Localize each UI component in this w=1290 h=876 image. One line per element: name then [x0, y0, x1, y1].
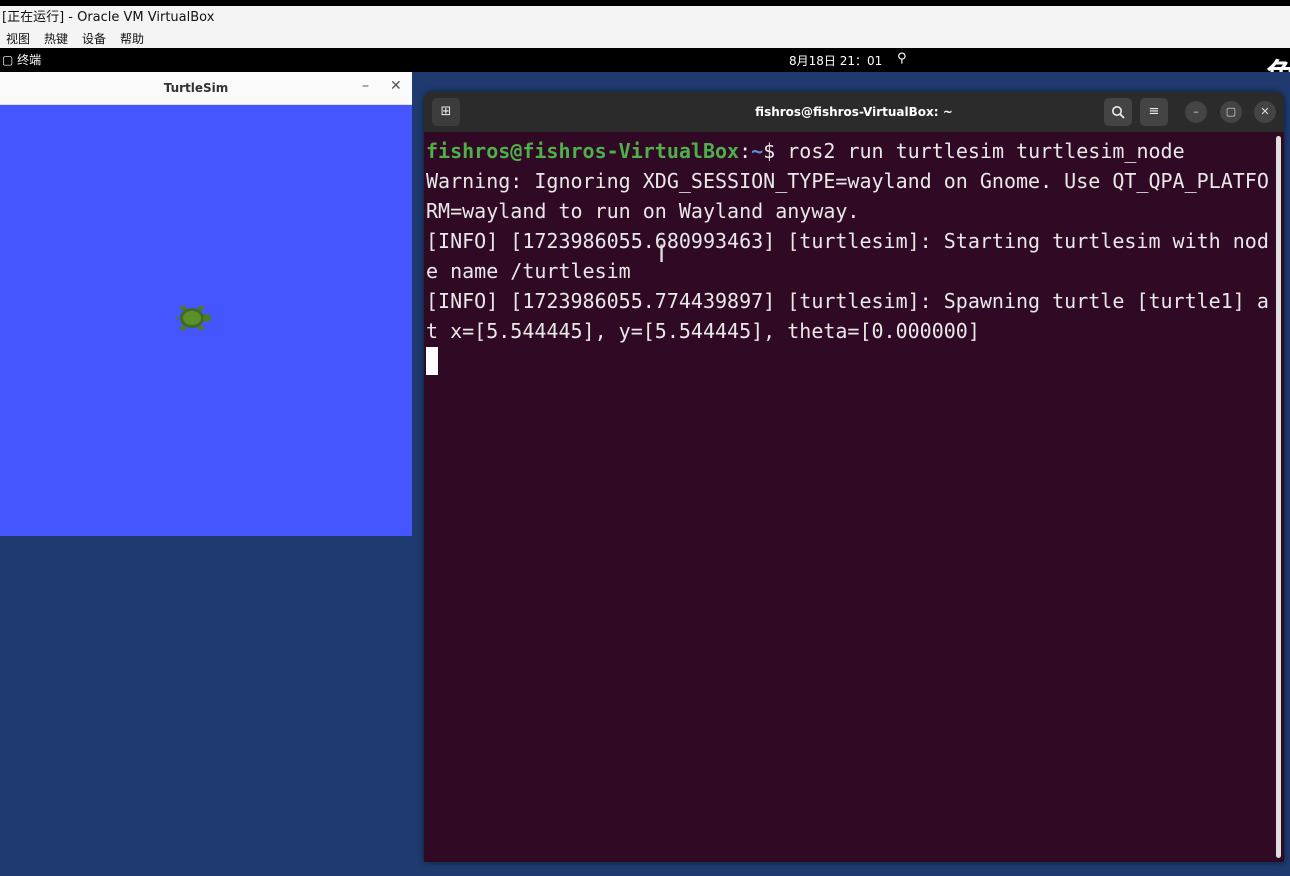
output-line: RM=wayland to run on Wayland anyway.	[426, 199, 860, 223]
menu-devices[interactable]: 设备	[82, 30, 106, 48]
close-button[interactable]: ✕	[1254, 101, 1276, 123]
virtualbox-title: [正在运行] - Oracle VM VirtualBox	[2, 10, 215, 25]
turtlesim-titlebar[interactable]: TurtleSim – ✕	[0, 72, 412, 105]
turtlesim-close-button[interactable]: ✕	[390, 78, 402, 94]
prompt-symbol: $	[763, 139, 788, 163]
accessibility-icon[interactable]: ⚲	[897, 51, 907, 66]
turtlesim-window[interactable]: TurtleSim – ✕	[0, 72, 412, 536]
output-line: Warning: Ignoring XDG_SESSION_TYPE=wayla…	[426, 169, 1269, 193]
terminal-window[interactable]: ⊞ fishros@fishros-VirtualBox: ~ ≡ – ▢ ✕ …	[424, 92, 1284, 862]
turtlesim-canvas	[0, 105, 412, 536]
prompt-user: fishros@fishros-VirtualBox	[426, 139, 740, 163]
terminal-title: fishros@fishros-VirtualBox: ~	[755, 105, 953, 119]
turtlesim-minimize-button[interactable]: –	[362, 78, 369, 94]
prompt-path: ~	[751, 139, 764, 163]
output-line: e name /turtlesim	[426, 259, 631, 283]
menu-help[interactable]: 帮助	[120, 30, 144, 48]
search-icon[interactable]	[1104, 98, 1132, 126]
hamburger-menu-icon[interactable]: ≡	[1140, 98, 1168, 126]
command-text: ros2 run turtlesim turtlesim_node	[787, 139, 1185, 163]
output-line: t x=[5.544445], y=[5.544445], theta=[0.0…	[426, 319, 980, 343]
maximize-button[interactable]: ▢	[1220, 101, 1242, 123]
turtle-icon	[176, 305, 211, 331]
virtualbox-titlebar: [正在运行] - Oracle VM VirtualBox	[0, 6, 1290, 30]
terminal-headerbar[interactable]: ⊞ fishros@fishros-VirtualBox: ~ ≡ – ▢ ✕	[424, 92, 1284, 132]
prompt-line: fishros@fishros-VirtualBox:~$ ros2 run t…	[426, 136, 1274, 166]
text-cursor	[426, 347, 438, 375]
cursor-line	[426, 346, 1274, 376]
output-line: [INFO] [1723986055.680993463] [turtlesim…	[426, 229, 1269, 253]
gnome-top-bar: ▢ 终端 8月18日 21：01 ⚲	[0, 48, 1290, 72]
mouse-ibeam-icon: I	[658, 240, 666, 268]
activities-button[interactable]: ▢ 终端	[0, 48, 41, 72]
minimize-button[interactable]: –	[1185, 101, 1207, 123]
terminal-app-icon: ▢	[2, 53, 14, 67]
output-line: [INFO] [1723986055.774439897] [turtlesim…	[426, 289, 1269, 313]
menu-hotkeys[interactable]: 热键	[44, 30, 68, 48]
prompt-separator: :	[739, 139, 752, 163]
terminal-output[interactable]: fishros@fishros-VirtualBox:~$ ros2 run t…	[426, 136, 1274, 376]
menu-view[interactable]: 视图	[6, 30, 30, 48]
activities-label: 终端	[17, 53, 42, 67]
turtlesim-title: TurtleSim	[163, 81, 229, 95]
virtualbox-menubar: 视图 热键 设备 帮助	[0, 30, 1290, 48]
clock[interactable]: 8月18日 21：01	[789, 48, 882, 74]
terminal-scrollbar[interactable]	[1276, 136, 1281, 858]
new-tab-icon[interactable]: ⊞	[432, 98, 460, 126]
